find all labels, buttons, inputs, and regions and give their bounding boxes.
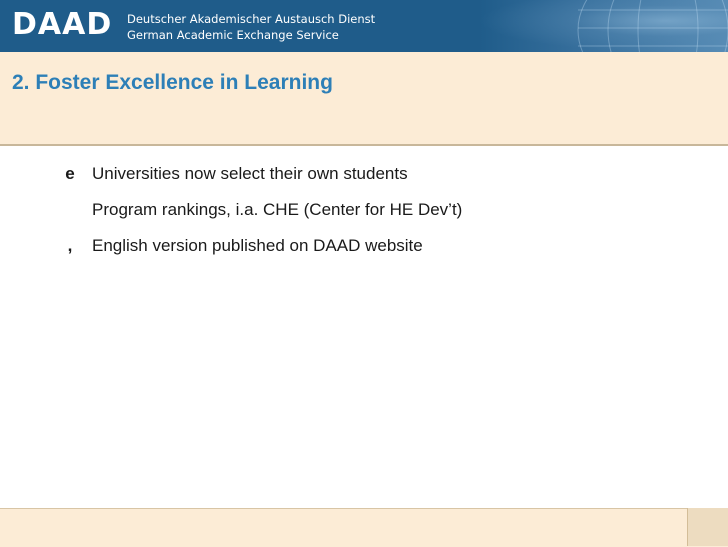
- bullet-item: Program rankings, i.a. CHE (Center for H…: [60, 199, 700, 235]
- daad-logo: DAAD: [12, 7, 113, 42]
- header-bar: DAAD Deutscher Akademischer Austausch Di…: [0, 0, 728, 52]
- title-band: [0, 52, 728, 144]
- bullet-text: Program rankings, i.a. CHE (Center for H…: [92, 200, 463, 219]
- globe-graphic: [478, 0, 728, 52]
- bullet-text: English version published on DAAD websit…: [92, 236, 423, 255]
- organization-name: Deutscher Akademischer Austausch Dienst …: [127, 11, 375, 43]
- bullet-text: Universities now select their own studen…: [92, 164, 408, 183]
- bullet-marker: ,: [67, 236, 73, 255]
- title-divider: [0, 144, 728, 146]
- bullet-item: e Universities now select their own stud…: [60, 163, 700, 199]
- slide-title: 2. Foster Excellence in Learning: [12, 71, 333, 94]
- footer-band: [0, 508, 728, 547]
- bullet-item: , English version published on DAAD webs…: [60, 235, 700, 271]
- bullet-marker: e: [65, 164, 75, 183]
- bullet-list: e Universities now select their own stud…: [60, 163, 700, 271]
- footer-corner-block: [687, 508, 728, 546]
- org-name-english: German Academic Exchange Service: [127, 28, 339, 42]
- org-name-german: Deutscher Akademischer Austausch Dienst: [127, 12, 376, 26]
